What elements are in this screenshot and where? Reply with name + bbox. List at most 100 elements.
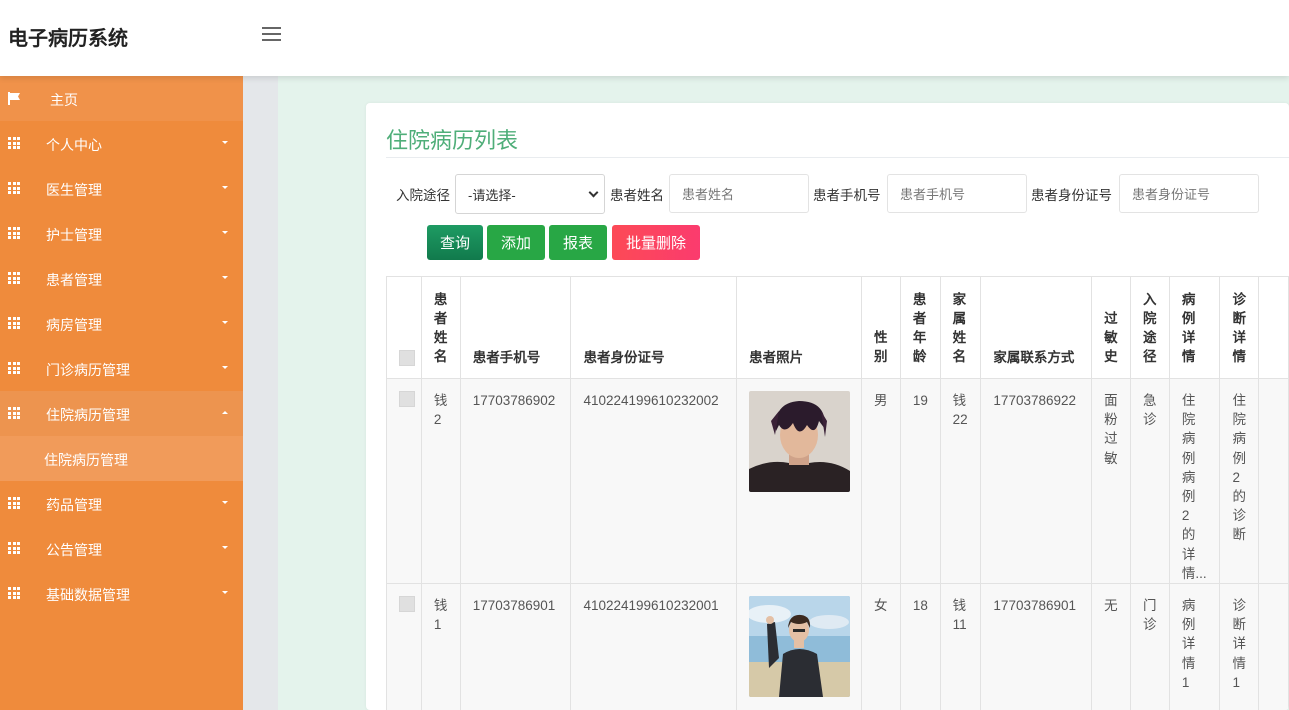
cell-allergy: 无 <box>1091 583 1131 710</box>
patient-photo[interactable] <box>749 391 851 492</box>
sidebar-item-doctors[interactable]: 医生管理 <box>0 166 243 211</box>
caret-down-icon <box>222 501 228 504</box>
cell-admission: 急诊 <box>1130 377 1170 585</box>
cell-patient-idcard: 410224199610232001 <box>570 583 738 710</box>
header-case-details[interactable]: 病例详情 <box>1168 276 1221 379</box>
header-allergy[interactable]: 过敏史 <box>1091 276 1131 379</box>
caret-up-icon <box>222 411 228 414</box>
header-age[interactable]: 患者年龄 <box>899 276 941 379</box>
cell-age: 19 <box>899 377 941 585</box>
sidebar-item-label: 个人中心 <box>46 137 102 153</box>
grid-icon <box>8 497 21 509</box>
phone-input[interactable]: 患者手机号 <box>887 174 1027 213</box>
top-header: 电子病历系统 <box>0 0 1289 76</box>
sidebar-item-label: 主页 <box>50 92 78 108</box>
idcard-input[interactable]: 患者身份证号 <box>1119 174 1259 213</box>
sidebar-item-nurses[interactable]: 护士管理 <box>0 211 243 256</box>
cell-family-phone: 17703786922 <box>980 377 1093 585</box>
cell-age: 18 <box>899 583 941 710</box>
flag-icon <box>8 92 20 105</box>
caret-down-icon <box>222 546 228 549</box>
row-checkbox[interactable] <box>399 596 415 613</box>
caret-down-icon <box>222 141 228 144</box>
grid-icon <box>8 407 21 419</box>
cell-patient-name: 钱2 <box>420 377 461 585</box>
cell-patient-name: 钱1 <box>420 583 461 710</box>
cell-diagnosis: 住院病例2的诊断 <box>1219 377 1260 585</box>
header-diagnosis[interactable]: 诊断详情 <box>1219 276 1260 379</box>
cell-admission: 门诊 <box>1130 583 1170 710</box>
content-gutter <box>243 76 278 710</box>
header-patient-phone[interactable]: 患者手机号 <box>459 276 572 379</box>
admission-select[interactable]: -请选择- <box>455 174 605 214</box>
cell-case-details: 住院病例病例2的详情... <box>1168 377 1221 585</box>
sidebar-item-label: 门诊病历管理 <box>46 362 130 378</box>
phone-input-placeholder: 患者手机号 <box>900 187 966 202</box>
cell-gender: 男 <box>860 377 901 585</box>
grid-icon <box>8 182 21 194</box>
sidebar: 主页 个人中心 医生管理 护士管理 患者管理 病房管理 门诊病历管理 住院病历管… <box>0 76 243 710</box>
sidebar-item-label: 医生管理 <box>46 182 102 198</box>
grid-icon <box>8 137 21 149</box>
table-row[interactable]: 钱1 17703786901 410224199610232001 女 18 钱… <box>386 583 1289 710</box>
cell-overflow <box>1258 583 1289 710</box>
name-input-placeholder: 患者姓名 <box>682 187 735 202</box>
cell-diagnosis: 诊断详情1 <box>1219 583 1260 710</box>
cell-patient-phone: 17703786901 <box>459 583 572 710</box>
select-all-checkbox[interactable] <box>399 350 415 366</box>
cell-allergy: 面粉过敏 <box>1091 377 1131 585</box>
sidebar-item-home[interactable]: 主页 <box>0 76 243 121</box>
idcard-input-placeholder: 患者身份证号 <box>1132 187 1211 202</box>
patient-photo[interactable] <box>749 596 851 698</box>
cell-overflow <box>1258 377 1289 585</box>
table-row[interactable]: 钱2 17703786902 410224199610232002 男 19 钱… <box>386 377 1289 585</box>
cell-patient-photo <box>736 583 862 710</box>
sidebar-subitem-label: 住院病历管理 <box>44 452 128 468</box>
sidebar-item-base-data[interactable]: 基础数据管理 <box>0 571 243 616</box>
menu-toggle-icon[interactable] <box>262 27 281 41</box>
sidebar-item-outpatient-records[interactable]: 门诊病历管理 <box>0 346 243 391</box>
report-button[interactable]: 报表 <box>549 225 607 260</box>
name-input[interactable]: 患者姓名 <box>669 174 809 213</box>
caret-down-icon <box>222 591 228 594</box>
grid-icon <box>8 272 21 284</box>
idcard-label: 患者身份证号 <box>1031 188 1112 203</box>
page-title: 住院病历列表 <box>386 129 519 154</box>
caret-down-icon <box>222 321 228 324</box>
sidebar-item-patients[interactable]: 患者管理 <box>0 256 243 301</box>
header-patient-name[interactable]: 患者姓名 <box>420 276 461 379</box>
sidebar-item-label: 药品管理 <box>46 497 102 513</box>
row-checkbox[interactable] <box>399 391 415 407</box>
admission-label: 入院途径 <box>396 188 450 203</box>
select-all-cell <box>386 276 422 379</box>
header-overflow <box>1258 276 1289 379</box>
sidebar-item-label: 患者管理 <box>46 272 102 288</box>
cell-patient-photo <box>736 377 862 585</box>
batch-delete-button[interactable]: 批量删除 <box>612 225 700 260</box>
name-label: 患者姓名 <box>610 188 664 203</box>
query-button[interactable]: 查询 <box>427 225 483 260</box>
chevron-down-icon <box>588 187 599 198</box>
header-family-name[interactable]: 家属姓名 <box>939 276 982 379</box>
add-button[interactable]: 添加 <box>487 225 545 260</box>
sidebar-item-label: 护士管理 <box>46 227 102 243</box>
sidebar-item-label: 住院病历管理 <box>46 407 130 423</box>
sidebar-item-medicines[interactable]: 药品管理 <box>0 481 243 526</box>
cell-family-name: 钱22 <box>939 377 982 585</box>
sidebar-subitem-inpatient-records[interactable]: 住院病历管理 <box>0 436 243 481</box>
sidebar-item-personal-center[interactable]: 个人中心 <box>0 121 243 166</box>
cell-patient-phone: 17703786902 <box>459 377 572 585</box>
sidebar-item-wards[interactable]: 病房管理 <box>0 301 243 346</box>
header-patient-photo[interactable]: 患者照片 <box>736 276 862 379</box>
grid-icon <box>8 542 21 554</box>
grid-icon <box>8 317 21 329</box>
header-gender[interactable]: 性别 <box>860 276 901 379</box>
header-family-phone[interactable]: 家属联系方式 <box>980 276 1093 379</box>
header-patient-idcard[interactable]: 患者身份证号 <box>570 276 738 379</box>
row-select-cell <box>386 583 422 710</box>
grid-icon <box>8 227 21 239</box>
sidebar-item-announcements[interactable]: 公告管理 <box>0 526 243 571</box>
caret-down-icon <box>222 366 228 369</box>
sidebar-item-inpatient-records[interactable]: 住院病历管理 <box>0 391 243 436</box>
header-admission[interactable]: 入院途径 <box>1130 276 1170 379</box>
